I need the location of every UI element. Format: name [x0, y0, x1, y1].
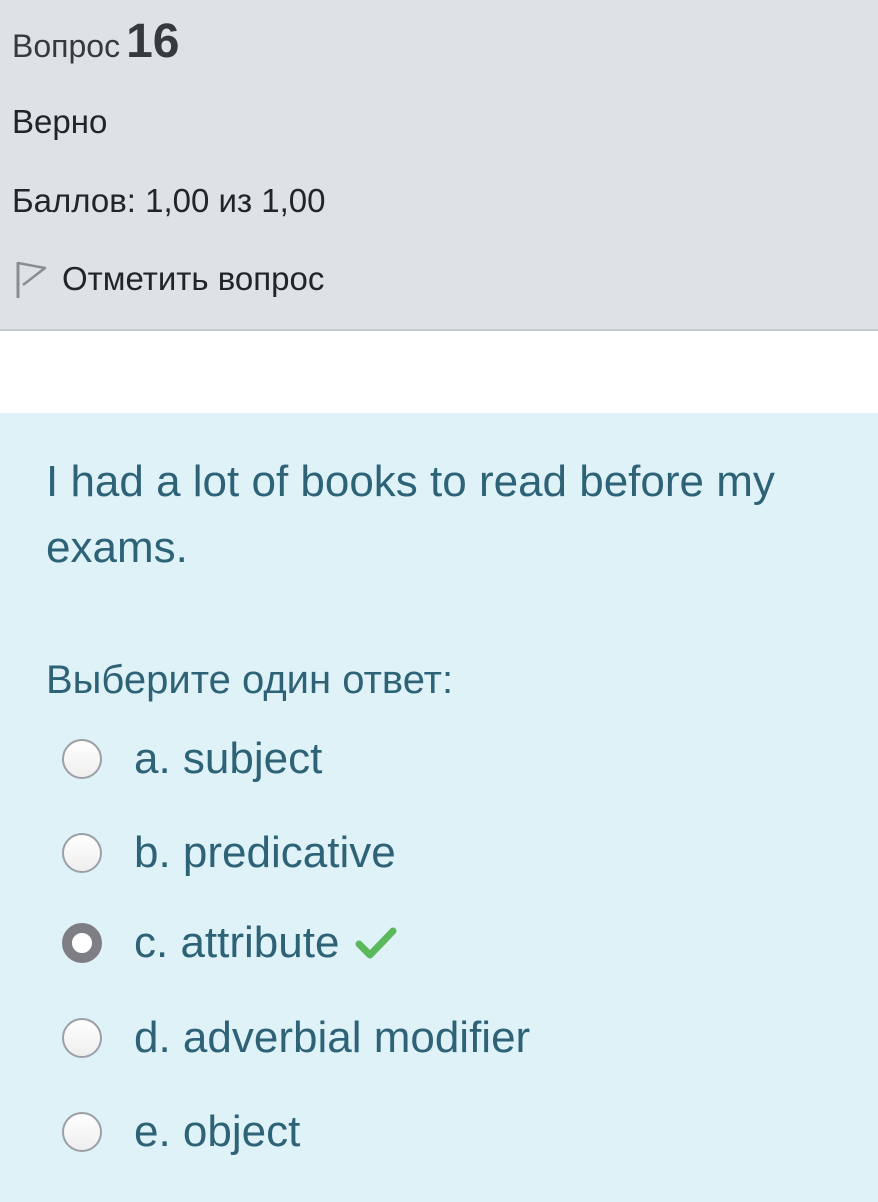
answer-label: b. predicative [134, 828, 396, 877]
question-info-panel: Вопрос 16 Верно Баллов: 1,00 из 1,00 Отме… [0, 0, 878, 331]
flag-question-label: Отметить вопрос [62, 260, 325, 297]
question-text: I had a lot of books to read before my e… [46, 457, 775, 572]
radio-button[interactable] [62, 1112, 102, 1152]
question-word: Вопрос [12, 28, 121, 64]
question-number-value: 16 [126, 15, 180, 68]
answer-label: a. subject [134, 734, 323, 783]
flag-question-button[interactable]: Отметить вопрос [12, 258, 324, 300]
radio-button-selected[interactable] [62, 923, 102, 963]
answer-option-e[interactable]: e. object [62, 1085, 300, 1179]
question-grade: Баллов: 1,00 из 1,00 [12, 182, 326, 219]
answer-option-a[interactable]: a. subject [62, 712, 322, 806]
check-icon [355, 927, 397, 959]
radio-button[interactable] [62, 1018, 102, 1058]
answer-prompt: Выберите один ответ: [46, 658, 454, 702]
answer-option-b[interactable]: b. predicative [62, 806, 396, 900]
answer-option-d[interactable]: d. adverbial modifier [62, 991, 530, 1085]
answer-label: c. attribute [134, 918, 340, 967]
answer-label: d. adverbial modifier [134, 1013, 531, 1062]
radio-button[interactable] [62, 739, 102, 779]
answer-option-c[interactable]: c. attribute [62, 896, 397, 990]
flag-outline-icon [16, 261, 47, 298]
question-number: Вопрос 16 [12, 14, 179, 69]
answer-label: e. object [134, 1107, 301, 1156]
radio-button[interactable] [62, 833, 102, 873]
question-state: Верно [12, 103, 108, 140]
